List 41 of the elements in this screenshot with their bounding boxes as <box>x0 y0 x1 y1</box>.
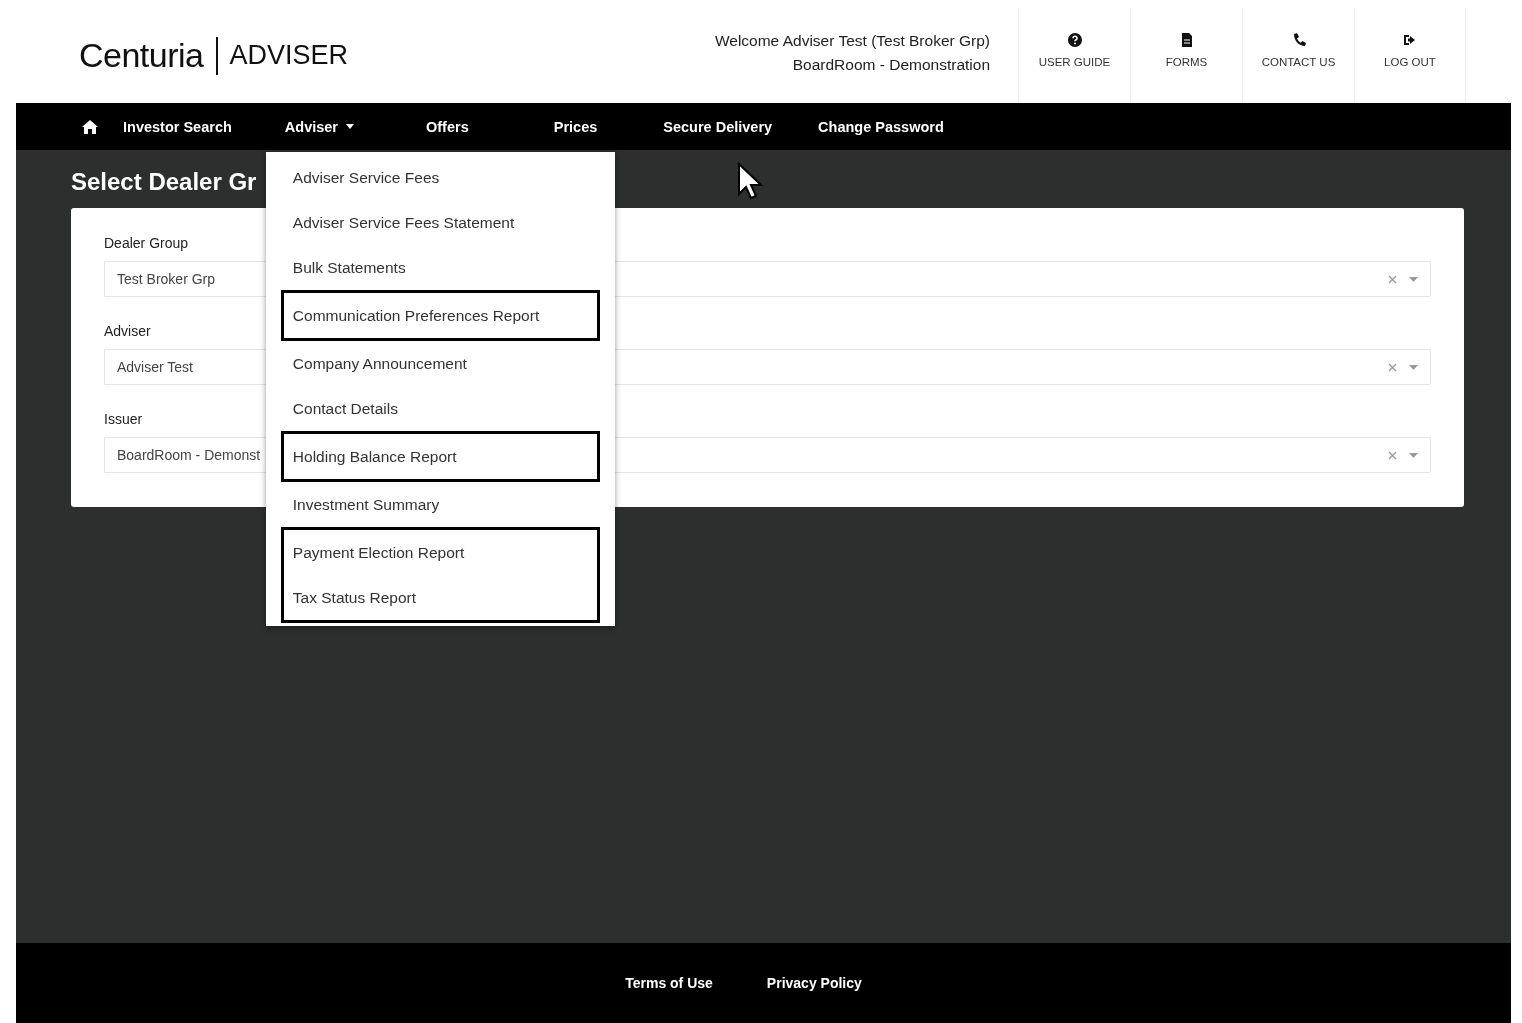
menu-item[interactable]: Payment Election Report <box>283 530 597 575</box>
nav-dropdown[interactable]: Adviser <box>284 118 354 135</box>
caret-icon[interactable] <box>1409 276 1418 282</box>
menu-item[interactable]: Contact Details <box>283 386 597 431</box>
welcome-text: BoardRoom - Demonstration <box>792 56 990 74</box>
menu-item[interactable]: Company Announcement <box>283 341 597 386</box>
field-label: Issuer <box>104 411 143 427</box>
footer-link[interactable]: Privacy Policy <box>766 975 862 991</box>
clear-icon[interactable] <box>1388 274 1397 284</box>
logo-product: ADVISER <box>229 40 349 71</box>
nav-link[interactable]: Secure Delivery <box>663 118 773 135</box>
caret-icon[interactable] <box>1409 452 1418 458</box>
menu-item[interactable]: Adviser Service Fees Statement <box>283 200 597 245</box>
nav-link[interactable]: Prices <box>553 118 598 135</box>
clear-icon[interactable] <box>1388 362 1397 372</box>
menu-item[interactable]: Holding Balance Report <box>283 434 597 479</box>
logo-divider <box>215 36 218 75</box>
cursor-icon <box>737 162 765 202</box>
menu-item[interactable]: Adviser Service Fees <box>283 155 597 200</box>
nav-link[interactable]: Investor Search <box>123 118 232 135</box>
select-field-controls[interactable] <box>626 349 1431 385</box>
page-title: Select Dealer Gr <box>71 168 257 196</box>
caret-icon <box>346 124 354 129</box>
select-field-controls[interactable] <box>626 437 1431 473</box>
help-icon <box>1066 32 1083 48</box>
field-label: Adviser <box>104 323 151 339</box>
nav-link[interactable]: Change Password <box>818 118 944 135</box>
welcome-text: Welcome Adviser Test (Test Broker Grp) <box>714 32 990 50</box>
menu-item[interactable]: Investment Summary <box>283 482 597 527</box>
field-label: Dealer Group <box>104 235 189 251</box>
home-icon[interactable] <box>82 119 98 134</box>
caret-icon[interactable] <box>1409 364 1418 370</box>
logo-brand: Centuria <box>79 36 204 75</box>
header-action-button[interactable]: LOG OUT <box>1354 8 1466 103</box>
menu-item[interactable]: Tax Status Report <box>283 575 597 620</box>
nav-link[interactable]: Offers <box>426 118 469 135</box>
select-field-controls[interactable] <box>626 261 1431 297</box>
menu-item[interactable]: Bulk Statements <box>283 245 597 290</box>
menu-item[interactable]: Communication Preferences Report <box>283 293 597 338</box>
clear-icon[interactable] <box>1388 450 1397 460</box>
footer-link[interactable]: Terms of Use <box>625 975 713 991</box>
